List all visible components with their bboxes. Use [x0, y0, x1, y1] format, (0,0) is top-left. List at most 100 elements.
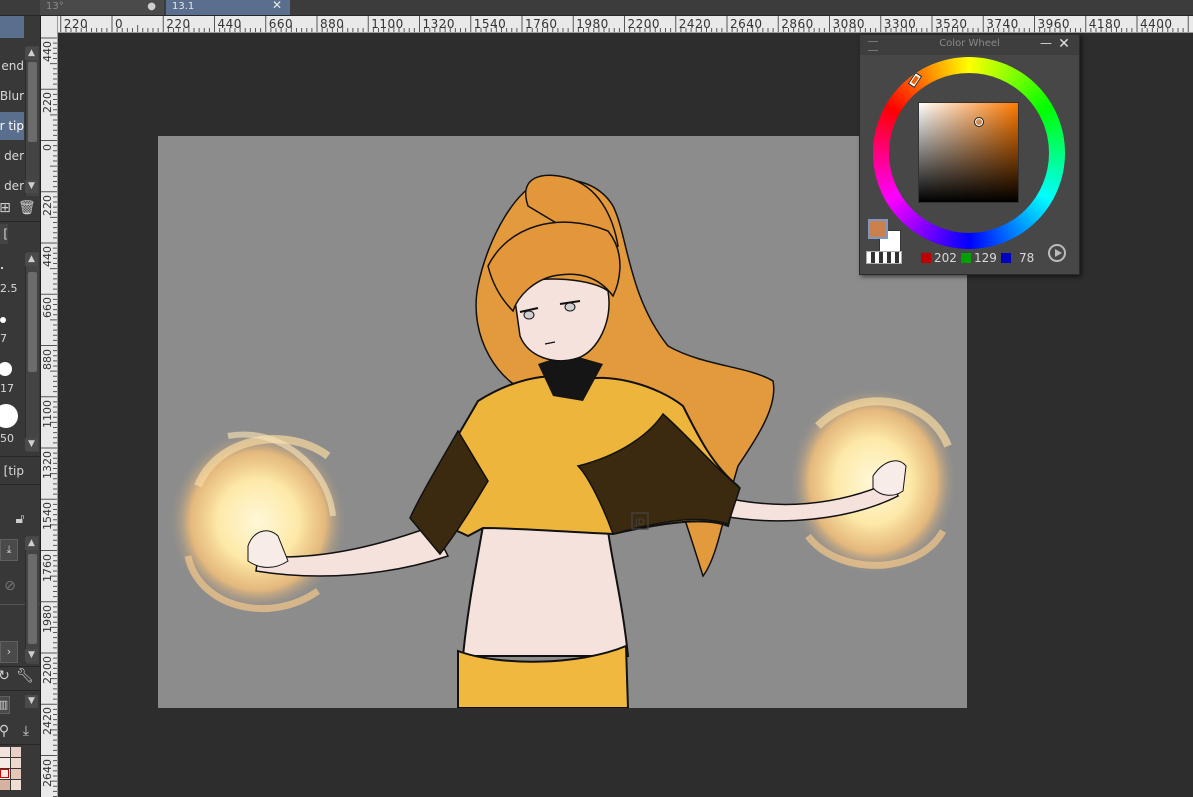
brush-size-value[interactable]: 17 — [0, 382, 14, 395]
sv-marker-icon[interactable] — [974, 117, 984, 127]
subtool-item-blend[interactable]: end — [0, 52, 24, 80]
color-wheel-panel: Color Wheel — ✕ 202 129 78 — [859, 34, 1080, 275]
red-value[interactable]: 202 — [934, 251, 957, 265]
document-tab-bar: 13° ● 13.1 ✕ — [0, 0, 1193, 16]
ruler-label: 1980 — [576, 17, 609, 31]
main-color-swatch[interactable] — [868, 219, 888, 239]
tab-label: 13.1 — [172, 1, 195, 12]
close-tab-icon[interactable]: ✕ — [272, 0, 282, 12]
ruler-label: 2860 — [781, 17, 814, 31]
scroll-down-icon[interactable]: ▼ — [25, 180, 38, 193]
ruler-label: 1540 — [41, 502, 54, 531]
brush-size-scrollbar[interactable] — [25, 252, 39, 452]
tab-label: 13° — [46, 1, 64, 12]
wrench-icon[interactable]: 🔧︎ — [16, 668, 34, 684]
scrollbar-thumb[interactable] — [28, 62, 37, 142]
brush-size-preview — [0, 317, 6, 323]
property-scrollbar[interactable] — [25, 536, 39, 664]
subtool-item-blur[interactable]: Blur — [0, 82, 24, 110]
minimize-icon[interactable]: — — [1040, 36, 1052, 50]
green-channel-icon — [961, 253, 971, 263]
close-icon[interactable]: ✕ — [1057, 36, 1071, 52]
scroll-down-icon[interactable]: ▼ — [25, 438, 38, 451]
ruler-label: 2200 — [41, 656, 54, 684]
hue-ring[interactable] — [873, 57, 1065, 249]
ruler-label: 440 — [41, 246, 54, 267]
scroll-down-icon[interactable]: ▼ — [25, 649, 38, 662]
scroll-up-icon[interactable]: ▲ — [25, 253, 38, 266]
ruler-label: 2420 — [41, 707, 54, 736]
brush-size-preview — [0, 362, 12, 376]
subtool-selected-top[interactable] — [0, 16, 24, 38]
add-subtool-icon[interactable]: ⊞ — [0, 200, 13, 216]
subtool-scrollbar[interactable] — [25, 46, 39, 196]
ruler-label: 3300 — [883, 17, 917, 31]
ruler-label: 1320 — [422, 17, 456, 31]
ruler-label: 220 — [63, 17, 89, 31]
eyedropper-icon[interactable]: ⚲ — [0, 723, 12, 739]
brush-size-value[interactable]: 50 — [0, 432, 14, 445]
tool-property-label: tip] — [3, 464, 24, 478]
vertical-ruler[interactable]: 440 220 0 220 440 660 880 1100 1320 1540 1760 1980 2… — [41, 16, 58, 797]
ruler-label: 220 — [41, 194, 54, 216]
ruler-label: 880 — [41, 348, 54, 370]
ruler-label: 1100 — [41, 399, 54, 428]
expand-arrow-button[interactable]: › — [0, 641, 18, 663]
ruler-label: 2640 — [730, 17, 763, 31]
scroll-up-icon[interactable]: ▲ — [25, 537, 38, 550]
saturation-value-square[interactable] — [918, 102, 1019, 203]
ruler-label: 1760 — [525, 17, 558, 31]
import-icon[interactable]: ⤓ — [18, 723, 34, 739]
panel-header-label: ] — [3, 227, 8, 241]
transparent-color-swatch[interactable] — [866, 251, 902, 264]
ruler-label: 220 — [41, 92, 54, 114]
ruler-label: 440 — [41, 41, 54, 62]
ruler-label: 4400 — [1140, 17, 1173, 31]
panel-header-fragment: ] — [0, 224, 8, 244]
layer-toggle-button[interactable]: ▥ — [0, 696, 10, 714]
svg-text:JD: JD — [634, 518, 645, 528]
drawing-canvas[interactable]: JD — [158, 136, 967, 708]
green-value[interactable]: 129 — [974, 251, 997, 265]
ruler-label: 440 — [217, 17, 242, 31]
trash-icon[interactable]: 🗑 — [18, 200, 36, 216]
horizontal-ruler[interactable]: 220 0 220 440 660 880 1100 1320 1540 1760 1980 2200… — [57, 16, 1193, 33]
subtool-label: end — [1, 59, 24, 73]
red-channel-icon — [921, 253, 931, 263]
subtool-label: r tip — [0, 119, 24, 133]
ruler-label: 660 — [41, 297, 54, 319]
subtool-label: der — [4, 149, 24, 163]
color-mode-toggle-icon[interactable] — [1048, 244, 1066, 262]
scroll-up-icon[interactable]: ▲ — [25, 47, 38, 60]
palette-selected-swatch[interactable] — [0, 769, 9, 778]
ruler-label: 0 — [115, 17, 124, 31]
subtool-item-blender-2[interactable]: der — [0, 172, 24, 200]
download-button[interactable]: ⤓ — [0, 539, 18, 561]
rotate-icon[interactable]: ↻ — [0, 668, 12, 684]
blue-value[interactable]: 78 — [1019, 251, 1034, 265]
scrollbar-thumb[interactable] — [28, 272, 37, 372]
color-wheel-titlebar[interactable]: Color Wheel — ✕ — [860, 35, 1079, 55]
brush-size-value[interactable]: 7 — [0, 332, 12, 345]
canvas-illustration: JD — [168, 174, 958, 708]
subtool-item-tip[interactable]: r tip — [0, 112, 24, 140]
ruler-label: 1760 — [41, 553, 54, 582]
midriff — [461, 524, 630, 657]
tab-document-13[interactable]: 13° ● — [40, 0, 164, 15]
subtool-item-blender-1[interactable]: der — [0, 142, 24, 170]
tab-document-13-1[interactable]: 13.1 ✕ — [166, 0, 290, 15]
ruler-label: 3080 — [832, 17, 866, 31]
ruler-label: 1100 — [371, 17, 404, 31]
subtool-label: Blur — [0, 89, 24, 103]
unsaved-dot-icon: ● — [147, 1, 156, 12]
ruler-label: 880 — [320, 17, 345, 31]
dropdown-arrow-icon[interactable]: ▼ — [25, 695, 38, 708]
ruler-label: 1320 — [41, 451, 54, 479]
subtool-label: der — [4, 179, 24, 193]
blue-channel-icon — [1001, 253, 1011, 263]
brush-size-value[interactable]: 2.5 — [0, 282, 18, 295]
lock-icon[interactable]: 🔓︎ — [12, 511, 28, 527]
scrollbar-thumb[interactable] — [28, 554, 37, 644]
left-tool-panel: end Blur r tip der der ▲ ▼ ⊞ 🗑 ] 2.5 7 1… — [0, 16, 41, 797]
ruler-label: 660 — [268, 17, 294, 31]
